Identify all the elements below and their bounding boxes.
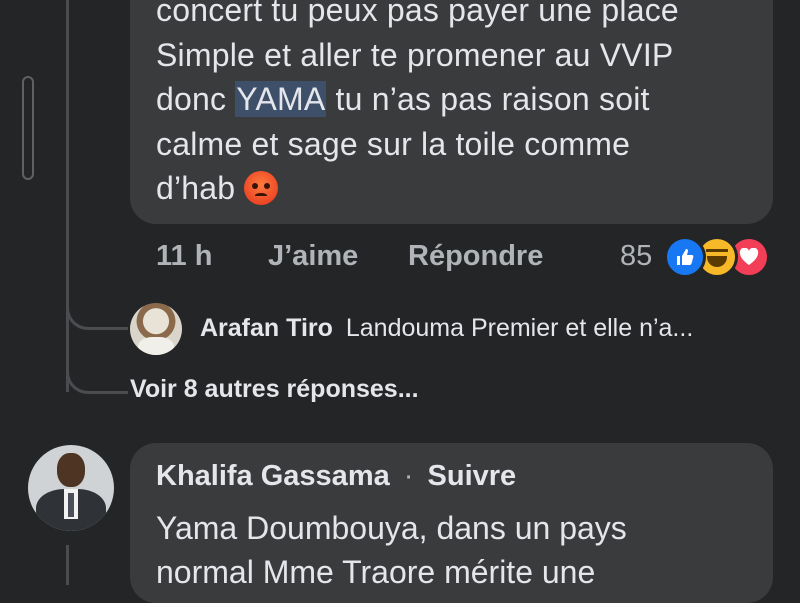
reaction-summary[interactable] [664, 236, 774, 278]
reply-avatar[interactable] [130, 303, 182, 355]
thread-line [66, 0, 69, 392]
reply-author[interactable]: Arafan Tiro [200, 314, 333, 342]
separator-dot: · [403, 460, 414, 492]
comment-line: normal Mme Traore mérite une [156, 554, 596, 590]
comment-timestamp[interactable]: 11 h [156, 240, 212, 273]
comment-text-fragment: donc [156, 81, 227, 117]
mention-tag[interactable]: YAMA [235, 81, 327, 117]
comment-text-fragment: tu n’as pas raison soit [335, 81, 650, 117]
reply-button[interactable]: Répondre [408, 240, 543, 273]
comment-line: Yama Doumbouya, dans un pays [156, 510, 627, 546]
comment-text: concert tu peux pas payer une place Simp… [156, 0, 756, 211]
like-icon [664, 236, 706, 278]
thread-connector-more [66, 352, 128, 394]
follow-button[interactable]: Suivre [428, 460, 517, 492]
comment-line: d’hab [156, 166, 756, 211]
comment-author[interactable]: Khalifa Gassama [156, 460, 390, 492]
reply-text: Landouma Premier et elle n’a... [345, 314, 694, 342]
comment-line: Simple et aller te promener au VVIP [156, 36, 674, 73]
angry-face-icon [244, 171, 279, 205]
thread-connector-reply [66, 290, 128, 330]
comment-text-fragment: d’hab [156, 170, 236, 206]
reaction-count[interactable]: 85 [620, 240, 652, 273]
more-replies-link[interactable]: Voir 8 autres réponses... [130, 375, 419, 404]
like-button[interactable]: J’aime [268, 240, 358, 273]
scrollbar-thumb[interactable] [22, 76, 34, 180]
thread-line-next [66, 545, 69, 585]
commenter-avatar[interactable] [28, 445, 114, 531]
comment-line: concert tu peux pas payer une place [156, 0, 679, 28]
comment-line: calme et sage sur la toile comme [156, 125, 631, 162]
comment-header: Khalifa Gassama · Suivre [156, 460, 516, 493]
comment-text-next: Yama Doumbouya, dans un pays normal Mme … [156, 506, 756, 594]
reply-preview[interactable]: Arafan Tiro Landouma Premier et elle n’a… [200, 314, 693, 343]
comment-line: donc YAMA tu n’as pas raison soit [156, 77, 756, 122]
